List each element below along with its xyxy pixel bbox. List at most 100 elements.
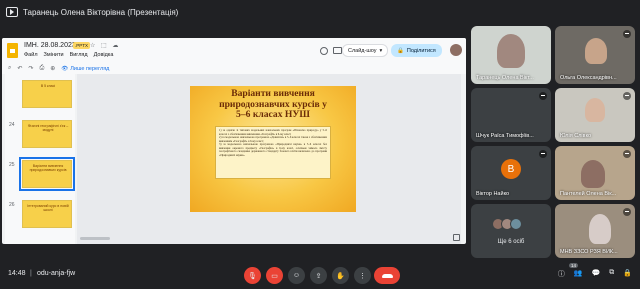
participant-photo bbox=[585, 98, 605, 122]
emoji-reaction-button[interactable]: ☺ bbox=[288, 267, 305, 284]
file-type-badge: .PPTX bbox=[73, 42, 91, 49]
more-options-button[interactable]: ⋮ bbox=[354, 267, 371, 284]
search-menus-icon[interactable]: ⌕ bbox=[8, 65, 11, 72]
participant-tile[interactable]: Пантелей Олена Вік... bbox=[555, 146, 635, 200]
slide-thumbnail-selected[interactable]: Варіанти вивчення природознавчих курсів bbox=[19, 157, 75, 191]
presenter-banner: Таранець Олена Вікторівна (Презентація) bbox=[6, 4, 178, 20]
mic-off-icon bbox=[539, 150, 547, 158]
eye-icon: 👁 bbox=[61, 65, 69, 72]
participant-video bbox=[497, 34, 525, 68]
side-panel-buttons: ⓘ 👥 💬 ⧉ 🔒 bbox=[558, 269, 632, 279]
version-history-icon[interactable] bbox=[320, 47, 328, 55]
participant-tile[interactable]: Ольга Олександрівн... bbox=[555, 26, 635, 84]
slideshow-button[interactable]: Слайд-шоу ▾ bbox=[342, 44, 389, 57]
mic-off-icon bbox=[623, 150, 631, 158]
lock-icon: 🔒 bbox=[397, 47, 404, 54]
account-avatar[interactable] bbox=[450, 44, 462, 56]
thumbnail-text: Фізичні географічні з'єк – модулі bbox=[27, 124, 69, 133]
present-screen-icon bbox=[6, 7, 18, 17]
participant-name: Віктор Найко bbox=[476, 191, 510, 197]
zoom-icon[interactable]: ⊕ bbox=[50, 65, 55, 72]
menu-bar: Файл Змінити Вигляд Довідка bbox=[24, 52, 113, 58]
avatar bbox=[510, 218, 522, 230]
mic-off-icon bbox=[623, 30, 631, 38]
meeting-control-bar: 14:48 | odu-anja-fjw 🎙 ▭ ☺ ⇪ ✋ ⋮ ⓘ 👥 💬 ⧉… bbox=[0, 262, 640, 289]
explore-icon[interactable] bbox=[453, 234, 460, 241]
menu-view[interactable]: Вигляд bbox=[70, 52, 88, 58]
slide-paragraph: 3) за модельною навчальною програмою «Пр… bbox=[219, 142, 327, 157]
undo-icon[interactable]: ↶ bbox=[17, 65, 22, 72]
phone-hangup-icon bbox=[381, 273, 393, 278]
camera-toggle-button[interactable]: ▭ bbox=[266, 267, 283, 284]
participant-avatar: В bbox=[501, 159, 521, 179]
slides-header: ІМН. 28.08.2023 .PPTX ☆ ⬚ ☁ Файл Змінити… bbox=[2, 38, 466, 74]
current-slide: Варіанти вивчення природознавчих курсів … bbox=[190, 86, 356, 212]
menu-help[interactable]: Довідка bbox=[94, 52, 114, 58]
slide-number: 24 bbox=[9, 122, 15, 128]
shared-presentation[interactable]: ІМН. 28.08.2023 .PPTX ☆ ⬚ ☁ Файл Змінити… bbox=[2, 38, 466, 244]
end-call-button[interactable] bbox=[374, 267, 400, 284]
participant-tile[interactable]: Таранець Олена Вікт... bbox=[471, 26, 551, 84]
more-participants-tile[interactable]: Ще 6 осіб bbox=[471, 204, 551, 258]
slide-filmstrip[interactable]: В 5 класі 24 Фізичні географічні з'єк – … bbox=[5, 74, 75, 244]
star-move-cloud-icons[interactable]: ☆ ⬚ ☁ bbox=[90, 42, 120, 49]
participant-video bbox=[581, 160, 605, 188]
presenter-label: Таранець Олена Вікторівна (Презентація) bbox=[23, 7, 179, 17]
redo-icon[interactable]: ↷ bbox=[28, 65, 33, 72]
slide-thumbnail[interactable]: В 5 класі bbox=[22, 80, 72, 108]
thumbnail-text: Варіанти вивчення природознавчих курсів bbox=[29, 164, 67, 173]
menu-edit[interactable]: Змінити bbox=[44, 52, 64, 58]
slide-number: 25 bbox=[9, 162, 15, 168]
participant-avatars-group bbox=[492, 218, 522, 230]
thumbnail-text: Інтегрований курс в новій школі bbox=[27, 204, 69, 213]
slide-title-line: 5–6 класах НУШ bbox=[236, 109, 310, 120]
present-screen-button[interactable]: ⇪ bbox=[310, 267, 327, 284]
document-title[interactable]: ІМН. 28.08.2023 bbox=[24, 42, 76, 49]
slide-thumbnail[interactable]: Фізичні географічні з'єк – модулі bbox=[22, 120, 72, 148]
participant-name: МНВ ЗЗСО РЗЯ ВИК... bbox=[560, 249, 618, 255]
chat-icon[interactable]: 💬 bbox=[592, 269, 601, 279]
share-button[interactable]: 🔒 Поділитися bbox=[391, 44, 442, 57]
meeting-code: odu-anja-fjw bbox=[37, 270, 76, 277]
separator: | bbox=[30, 270, 32, 277]
mic-off-icon bbox=[623, 92, 631, 100]
slide-thumbnail[interactable]: Інтегрований курс в новій школі bbox=[22, 200, 72, 228]
menu-file[interactable]: Файл bbox=[24, 52, 38, 58]
mic-off-icon bbox=[539, 92, 547, 100]
participant-name: Шчук Раїса Тимофіїв... bbox=[476, 133, 534, 139]
google-slides-logo-icon[interactable] bbox=[7, 43, 18, 58]
participant-tile[interactable]: В Віктор Найко bbox=[471, 146, 551, 200]
host-controls-icon[interactable]: 🔒 bbox=[623, 269, 632, 279]
slide-body-box: 1) за однією зі типових модельних навчал… bbox=[215, 126, 331, 179]
slide-number: 26 bbox=[9, 202, 15, 208]
emoji-icon: ☺ bbox=[292, 272, 301, 279]
slide-canvas[interactable]: Варіанти вивчення природознавчих курсів … bbox=[77, 74, 461, 244]
mic-toggle-button[interactable]: 🎙 bbox=[244, 267, 261, 284]
participant-name: Таранець Олена Вікт... bbox=[476, 75, 534, 81]
participant-tile[interactable]: Юлія Слівко bbox=[555, 88, 635, 142]
slideshow-label: Слайд-шоу bbox=[348, 47, 377, 54]
thumbnail-text: В 5 класі bbox=[40, 84, 56, 88]
participant-name: Пантелей Олена Вік... bbox=[560, 191, 617, 197]
current-time: 14:48 bbox=[8, 270, 26, 277]
print-icon[interactable]: ⎙ bbox=[39, 65, 44, 72]
horizontal-scrollbar[interactable] bbox=[80, 237, 110, 240]
mic-off-icon: 🎙 bbox=[248, 272, 257, 280]
more-participants-label: Ще 6 осіб bbox=[497, 239, 525, 245]
share-label: Поділитися bbox=[406, 47, 436, 54]
chevron-down-icon: ▾ bbox=[379, 47, 383, 54]
participant-tile[interactable]: МНВ ЗЗСО РЗЯ ВИК... bbox=[555, 204, 635, 258]
toolbar: ⌕ ↶ ↷ ⎙ ⊕ 👁 Лише перегляд bbox=[8, 65, 109, 72]
participant-video bbox=[585, 38, 607, 64]
view-only-indicator[interactable]: 👁 Лише перегляд bbox=[61, 66, 109, 72]
participant-name: Ольга Олександрівн... bbox=[560, 75, 617, 81]
camera-off-icon: ▭ bbox=[271, 272, 278, 280]
participant-tile[interactable]: Шчук Раїса Тимофіїв... bbox=[471, 88, 551, 142]
participant-video bbox=[589, 214, 611, 244]
activities-icon[interactable]: ⧉ bbox=[609, 269, 614, 279]
info-icon[interactable]: ⓘ bbox=[558, 269, 565, 279]
hand-icon: ✋ bbox=[336, 272, 345, 280]
comments-icon[interactable] bbox=[333, 47, 342, 54]
people-icon[interactable]: 👥 bbox=[574, 269, 583, 279]
raise-hand-button[interactable]: ✋ bbox=[332, 267, 349, 284]
